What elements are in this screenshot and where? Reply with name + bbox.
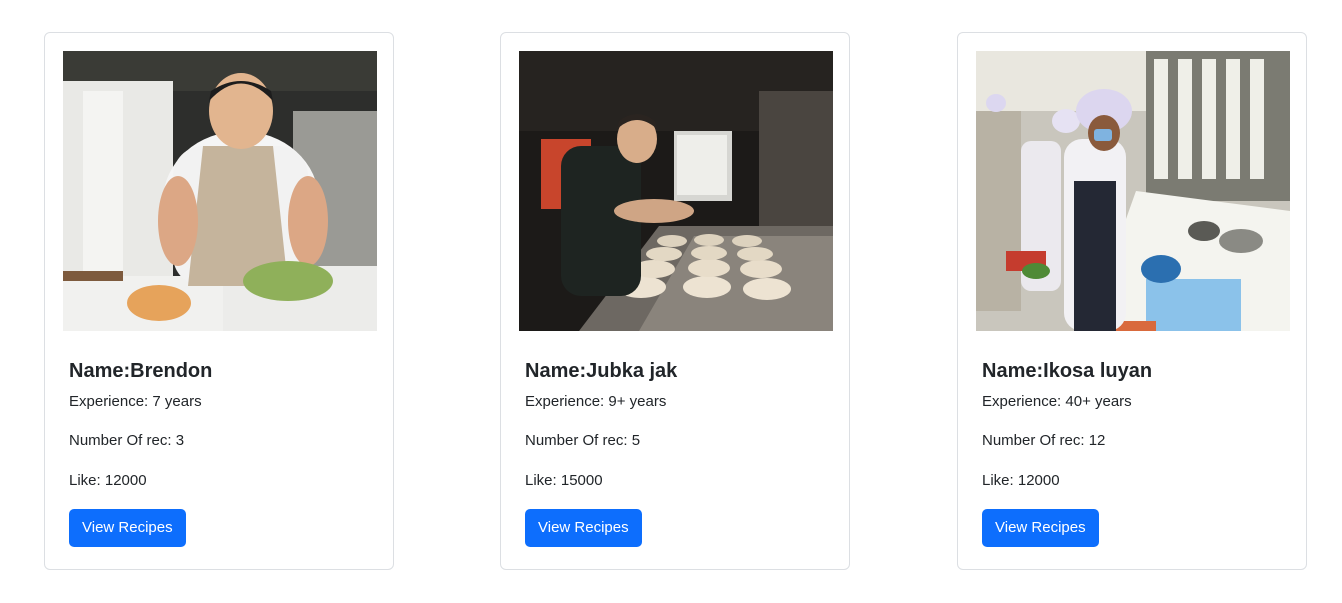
chef-card-jubka-jak: Name:Jubka jak Experience: 9+ years Numb… xyxy=(500,32,850,570)
view-recipes-button[interactable]: View Recipes xyxy=(69,509,186,547)
card-body: Name:Brendon Experience: 7 years Number … xyxy=(69,356,375,547)
card-body: Name:Ikosa luyan Experience: 40+ years N… xyxy=(982,356,1288,547)
chef-photo xyxy=(63,51,377,331)
chef-likes: Like: 12000 xyxy=(69,472,147,489)
card-body: Name:Jubka jak Experience: 9+ years Numb… xyxy=(525,356,831,547)
chef-name: Name:Jubka jak xyxy=(525,360,678,382)
chef-card-brendon: Name:Brendon Experience: 7 years Number … xyxy=(44,32,394,570)
chef-card-ikosa-luyan: Name:Ikosa luyan Experience: 40+ years N… xyxy=(957,32,1307,570)
chef-experience: Experience: 9+ years xyxy=(525,393,667,410)
chef-name: Name:Brendon xyxy=(69,360,213,382)
chef-photo xyxy=(519,51,833,331)
view-recipes-button[interactable]: View Recipes xyxy=(982,509,1099,547)
chef-likes: Like: 15000 xyxy=(525,472,603,489)
chef-experience: Experience: 7 years xyxy=(69,393,202,410)
chef-likes: Like: 12000 xyxy=(982,472,1060,489)
chef-experience: Experience: 40+ years xyxy=(982,393,1132,410)
chef-name: Name:Ikosa luyan xyxy=(982,360,1153,382)
chef-photo xyxy=(976,51,1290,331)
chef-recipe-count: Number Of rec: 3 xyxy=(69,432,185,449)
chef-recipe-count: Number Of rec: 5 xyxy=(525,432,641,449)
view-recipes-button[interactable]: View Recipes xyxy=(525,509,642,547)
chef-recipe-count: Number Of rec: 12 xyxy=(982,432,1106,449)
